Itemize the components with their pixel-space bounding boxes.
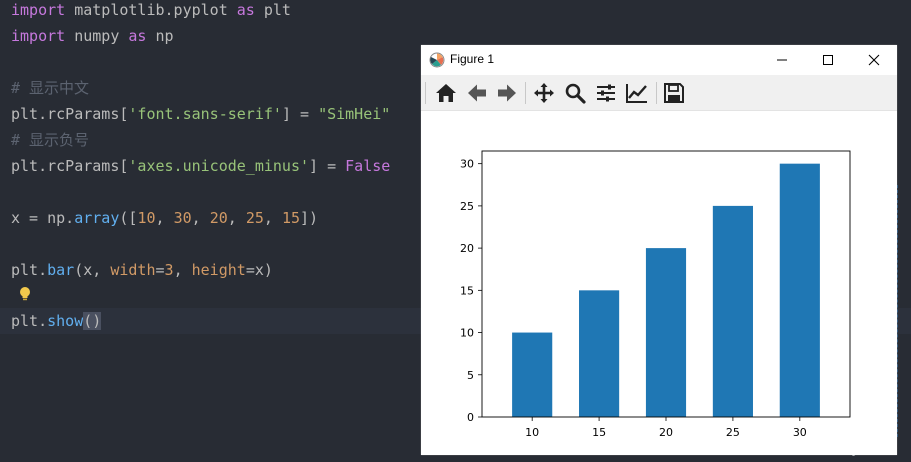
- code-comment-minus: # 显示负号: [11, 131, 90, 149]
- minimize-icon: [777, 59, 787, 61]
- bar: [779, 163, 820, 417]
- plot-canvas[interactable]: 10 15 20 25 30 0 5 10 15 20 25 30: [421, 111, 897, 455]
- watermark: CSDN @serenity宁静: [745, 440, 890, 457]
- code-line-array: x = np.array([10, 30, 20, 25, 15]): [11, 209, 319, 227]
- minimize-button[interactable]: [759, 45, 805, 75]
- code-line-show: plt.show(): [11, 312, 102, 330]
- y-tick-label: 20: [460, 242, 474, 255]
- code-line-1: import matplotlib.pyplot as plt: [11, 1, 291, 19]
- code-line-rcparams-font: plt.rcParams['font.sans-serif'] = "SimHe…: [11, 105, 391, 123]
- home-button[interactable]: [433, 80, 459, 106]
- forward-button[interactable]: [494, 80, 520, 106]
- bar: [512, 332, 553, 417]
- maximize-button[interactable]: [805, 45, 851, 75]
- figure-window[interactable]: Figure 1 10 15 20 25 30 0 5 10 15 20 25 …: [421, 45, 897, 455]
- code-line-bar: plt.bar(x, width=3, height=x): [11, 261, 273, 279]
- window-titlebar[interactable]: Figure 1: [421, 45, 897, 75]
- pan-icon: [534, 83, 554, 103]
- zoom-button[interactable]: [562, 80, 588, 106]
- window-title: Figure 1: [450, 52, 495, 66]
- bar: [579, 290, 620, 417]
- toolbar-grip: [425, 82, 426, 104]
- save-button[interactable]: [661, 80, 687, 106]
- zoom-icon: [565, 83, 586, 104]
- x-tick-label: 25: [726, 426, 740, 439]
- y-tick-label: 25: [460, 200, 474, 213]
- forward-icon: [498, 84, 516, 102]
- y-tick-label: 5: [467, 369, 474, 382]
- home-icon: [436, 84, 456, 102]
- configure-subplots-button[interactable]: [593, 80, 619, 106]
- code-line-2: import numpy as np: [11, 27, 174, 45]
- bar: [712, 205, 753, 417]
- bar: [645, 248, 687, 417]
- maximize-icon: [823, 55, 833, 65]
- back-icon: [468, 84, 486, 102]
- y-tick-label: 10: [460, 327, 474, 340]
- x-tick-label: 20: [659, 426, 673, 439]
- code-line-rcparams-minus: plt.rcParams['axes.unicode_minus'] = Fal…: [11, 157, 391, 175]
- lightbulb-icon[interactable]: [18, 286, 32, 302]
- close-button[interactable]: [851, 45, 897, 75]
- window-edge-marker: [897, 185, 900, 437]
- configure-subplots-icon: [597, 84, 615, 102]
- pan-button[interactable]: [531, 80, 557, 106]
- y-tick-label: 30: [460, 158, 474, 171]
- code-comment-chinese: # 显示中文: [11, 79, 90, 97]
- x-tick-label: 15: [592, 426, 606, 439]
- toolbar-separator: [525, 82, 526, 104]
- figure-toolbar: [421, 75, 897, 111]
- close-icon: [868, 54, 880, 66]
- y-tick-label: 15: [460, 284, 474, 297]
- y-tick-label: 0: [467, 411, 474, 424]
- edit-axis-icon: [626, 84, 647, 103]
- save-icon: [664, 83, 684, 103]
- bar-chart: 10 15 20 25 30051015202530: [460, 150, 851, 439]
- toolbar-separator: [656, 82, 657, 104]
- x-tick-label: 10: [525, 426, 539, 439]
- edit-axis-button[interactable]: [624, 80, 650, 106]
- matplotlib-logo-icon: [429, 52, 445, 68]
- back-button[interactable]: [464, 80, 490, 106]
